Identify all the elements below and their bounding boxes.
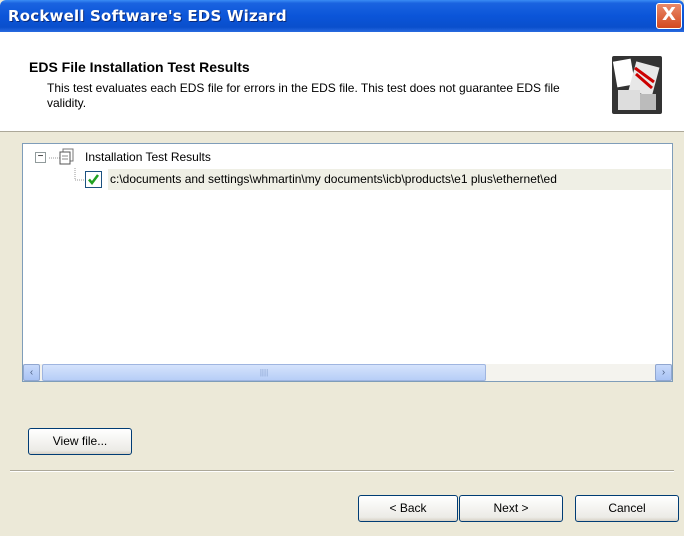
scroll-thumb[interactable]: ||||	[42, 364, 486, 381]
horizontal-scrollbar[interactable]: ‹ |||| ›	[23, 364, 672, 381]
close-button[interactable]: X	[656, 3, 682, 29]
checkbox-checked-icon	[85, 171, 102, 188]
wizard-header: EDS File Installation Test Results This …	[0, 32, 684, 132]
window-title: Rockwell Software's EDS Wizard	[8, 7, 287, 25]
divider	[10, 470, 674, 472]
cancel-button[interactable]: Cancel	[575, 495, 679, 522]
tree-root-label[interactable]: Installation Test Results	[85, 148, 211, 166]
back-button[interactable]: < Back	[358, 495, 458, 522]
tree-item-eds-file[interactable]: c:\documents and settings\whmartin\my do…	[108, 169, 671, 190]
wizard-icon	[612, 56, 662, 114]
next-button[interactable]: Next >	[459, 495, 563, 522]
scroll-left-button[interactable]: ‹	[23, 364, 40, 381]
expand-toggle[interactable]: −	[35, 152, 46, 163]
scroll-right-button[interactable]: ›	[655, 364, 672, 381]
document-stack-icon	[59, 148, 74, 165]
title-bar: Rockwell Software's EDS Wizard X	[0, 0, 684, 32]
view-file-button[interactable]: View file...	[28, 428, 132, 455]
page-description: This test evaluates each EDS file for er…	[47, 81, 560, 110]
page-title: EDS File Installation Test Results	[29, 59, 250, 75]
test-results-tree[interactable]: − Installation Test Results c:\documents…	[22, 143, 673, 382]
